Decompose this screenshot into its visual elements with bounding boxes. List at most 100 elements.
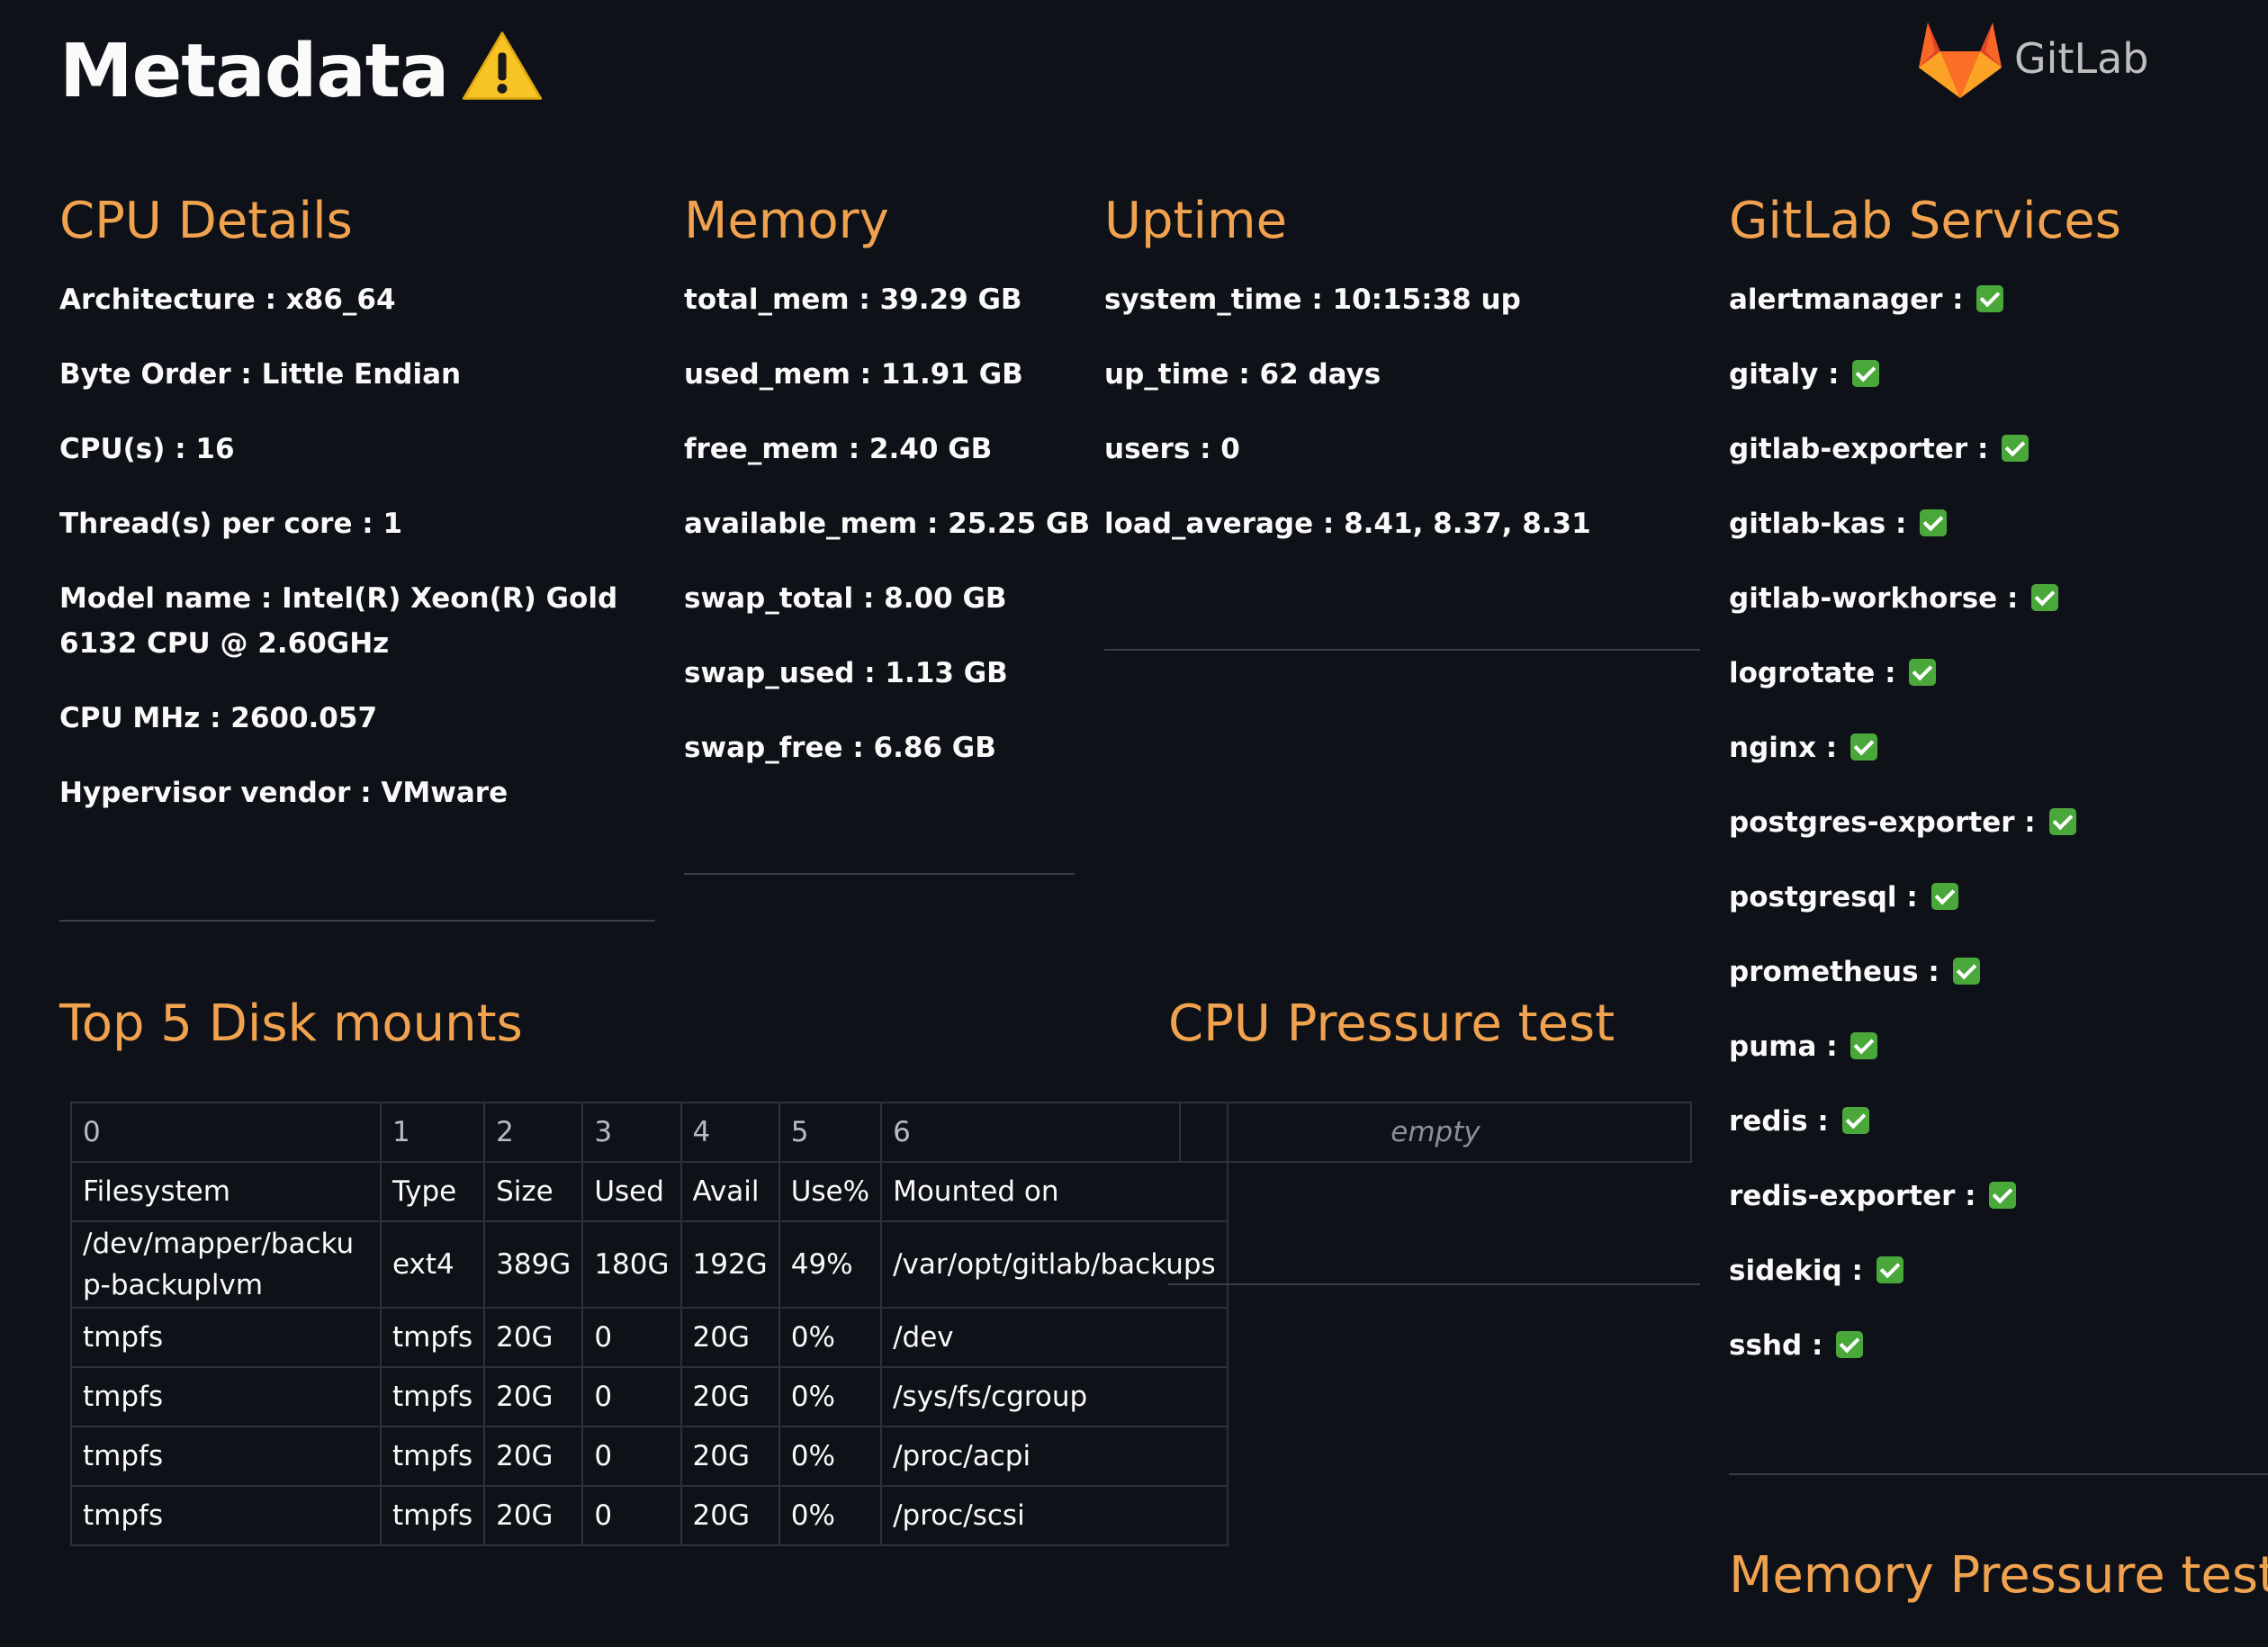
- service-name: logrotate :: [1729, 657, 1896, 689]
- memory-available: available_mem : 25.25 GB: [684, 508, 1091, 540]
- table-cell: Used: [581, 1161, 682, 1222]
- gitlab-services-list: alertmanager : gitaly : gitlab-exporter …: [1729, 277, 2260, 1368]
- disk-mounts-table[interactable]: 0 1 2 3 4 5 6 Filesystem Type Size Used …: [70, 1102, 1228, 1546]
- check-mark-icon: [1852, 360, 1880, 387]
- table-cell: 0: [581, 1307, 682, 1368]
- column-header[interactable]: 4: [680, 1102, 780, 1163]
- gitlab-services-divider: [1729, 1473, 2268, 1475]
- service-item-nginx: nginx :: [1729, 725, 2260, 770]
- column-header[interactable]: 3: [581, 1102, 682, 1163]
- table-cell: 0: [581, 1366, 682, 1427]
- check-mark-icon: [2002, 435, 2030, 462]
- table-cell: tmpfs: [379, 1426, 486, 1487]
- swap-total: swap_total : 8.00 GB: [684, 582, 1007, 615]
- table-cell: /proc/acpi: [880, 1426, 1228, 1487]
- service-item-redis-exporter: redis-exporter :: [1729, 1174, 2260, 1219]
- table-cell: /var/opt/gitlab/backups: [880, 1220, 1228, 1309]
- table-cell: 20G: [680, 1366, 780, 1427]
- service-item-gitlab-exporter: gitlab-exporter :: [1729, 427, 2260, 472]
- gitlab-services-title: GitLab Services: [1729, 192, 2121, 250]
- service-item-redis: redis :: [1729, 1099, 2260, 1144]
- service-item-prometheus: prometheus :: [1729, 950, 2260, 994]
- service-item-gitaly: gitaly :: [1729, 352, 2260, 397]
- table-cell: 0: [581, 1485, 682, 1546]
- cpu-pressure-divider: [1168, 1283, 1700, 1285]
- table-cell: Type: [379, 1161, 486, 1222]
- check-mark-icon: [1909, 659, 1937, 686]
- service-item-gitlab-kas: gitlab-kas :: [1729, 501, 2260, 546]
- table-row: tmpfs tmpfs 20G 0 20G 0% /proc/scsi: [70, 1485, 1228, 1546]
- uptime-up-time: up_time : 62 days: [1104, 358, 1382, 391]
- table-cell: 389G: [483, 1220, 584, 1309]
- service-name: nginx :: [1729, 732, 1838, 764]
- cpu-details-divider: [59, 920, 655, 922]
- gitlab-tanuki-icon: [1919, 22, 2002, 98]
- table-cell: 0%: [778, 1485, 883, 1546]
- service-name: gitlab-exporter :: [1729, 433, 1989, 465]
- table-cell: 20G: [483, 1485, 584, 1546]
- table-cell: 20G: [680, 1426, 780, 1487]
- memory-pressure-title: Memory Pressure test: [1729, 1546, 2268, 1605]
- table-cell: tmpfs: [379, 1307, 486, 1368]
- service-item-sidekiq: sidekiq :: [1729, 1248, 2260, 1293]
- cpu-mhz: CPU MHz : 2600.057: [59, 702, 378, 734]
- service-item-postgres-exporter: postgres-exporter :: [1729, 800, 2260, 845]
- uptime-divider: [1104, 649, 1700, 651]
- column-header[interactable]: 6: [880, 1102, 1228, 1163]
- check-mark-icon: [1850, 734, 1877, 760]
- column-header[interactable]: 0: [70, 1102, 382, 1163]
- cpu-details-list: Architecture : x86_64 Byte Order : Littl…: [59, 277, 658, 815]
- table-cell: 20G: [483, 1426, 584, 1487]
- table-cell: 20G: [483, 1307, 584, 1368]
- table-cell: Use%: [778, 1161, 883, 1222]
- uptime-title: Uptime: [1104, 192, 1288, 250]
- uptime-list: system_time : 10:15:38 up up_time : 62 d…: [1104, 277, 1698, 546]
- service-name: alertmanager :: [1729, 284, 1964, 316]
- service-name: puma :: [1729, 1030, 1838, 1063]
- cpu-architecture: Architecture : x86_64: [59, 284, 396, 316]
- check-mark-icon: [1930, 883, 1958, 910]
- column-header[interactable]: 5: [778, 1102, 883, 1163]
- service-item-sshd: sshd :: [1729, 1323, 2260, 1368]
- service-name: redis :: [1729, 1105, 1829, 1138]
- table-cell: tmpfs: [70, 1366, 382, 1427]
- cpu-byte-order: Byte Order : Little Endian: [59, 358, 462, 391]
- table-cell: /proc/scsi: [880, 1485, 1228, 1546]
- disk-mounts-table-wrap[interactable]: 0 1 2 3 4 5 6 Filesystem Type Size Used …: [70, 1102, 1228, 1546]
- table-cell: 20G: [483, 1366, 584, 1427]
- memory-section: Memory total_mem : 39.29 GB used_mem : 1…: [684, 185, 1091, 800]
- table-row: tmpfs tmpfs 20G 0 20G 0% /sys/fs/cgroup: [70, 1366, 1228, 1427]
- cpu-threads-per-core: Thread(s) per core : 1: [59, 508, 403, 540]
- check-mark-icon: [1850, 1032, 1878, 1059]
- table-cell: 180G: [581, 1220, 682, 1309]
- table-cell: tmpfs: [70, 1307, 382, 1368]
- cpu-pressure-title: CPU Pressure test: [1168, 994, 1616, 1053]
- page-title: Metadata: [59, 18, 544, 126]
- memory-title: Memory: [684, 192, 889, 250]
- table-row: Filesystem Type Size Used Avail Use% Mou…: [70, 1161, 1228, 1222]
- table-cell: 20G: [680, 1307, 780, 1368]
- table-cell: 0: [581, 1426, 682, 1487]
- cpu-details-section: CPU Details Architecture : x86_64 Byte O…: [59, 185, 658, 845]
- table-cell: 49%: [778, 1220, 883, 1309]
- cpu-pressure-empty-text: empty: [1390, 1116, 1480, 1148]
- gitlab-logo: GitLab: [1915, 9, 2149, 108]
- memory-total: total_mem : 39.29 GB: [684, 284, 1022, 316]
- column-header[interactable]: 2: [483, 1102, 584, 1163]
- table-cell: Mounted on: [880, 1161, 1228, 1222]
- service-name: prometheus :: [1729, 956, 1940, 988]
- column-header[interactable]: 1: [379, 1102, 486, 1163]
- memory-free: free_mem : 2.40 GB: [684, 433, 993, 465]
- swap-used: swap_used : 1.13 GB: [684, 657, 1008, 689]
- service-name: gitaly :: [1729, 358, 1840, 391]
- check-mark-icon: [1976, 285, 2004, 312]
- gitlab-services-section: GitLab Services alertmanager : gitaly : …: [1729, 185, 2260, 1398]
- swap-free: swap_free : 6.86 GB: [684, 732, 996, 764]
- table-row: tmpfs tmpfs 20G 0 20G 0% /proc/acpi: [70, 1426, 1228, 1487]
- service-item-logrotate: logrotate :: [1729, 651, 2260, 696]
- table-row: /dev/mapper/backup-backuplvm ext4 389G 1…: [70, 1220, 1228, 1309]
- service-item-alertmanager: alertmanager :: [1729, 277, 2260, 322]
- uptime-system-time: system_time : 10:15:38 up: [1104, 284, 1521, 316]
- cpu-hypervisor-vendor: Hypervisor vendor : VMware: [59, 777, 508, 809]
- cpu-model-name: Model name : Intel(R) Xeon(R) Gold 6132 …: [59, 582, 618, 660]
